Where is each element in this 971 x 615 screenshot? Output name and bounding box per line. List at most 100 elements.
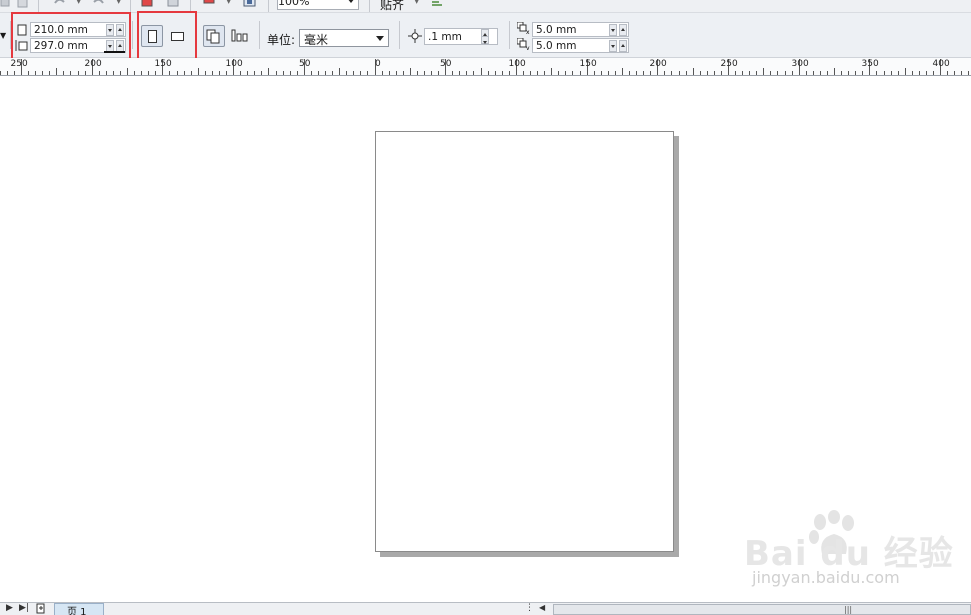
- ruler-tick: [134, 71, 135, 75]
- copy-icon[interactable]: [0, 0, 13, 9]
- ruler-tick: [297, 71, 298, 75]
- ruler-label: 350: [861, 59, 879, 69]
- ruler-tick: [99, 71, 100, 75]
- previous-page-icon[interactable]: ▶: [6, 603, 13, 613]
- ruler-tick: [332, 71, 333, 75]
- last-page-icon[interactable]: ▶|: [19, 603, 29, 613]
- toolbar-separator: [369, 0, 370, 12]
- publish-pdf-icon[interactable]: [203, 0, 216, 9]
- horizontal-scrollbar[interactable]: |||: [553, 604, 971, 615]
- ruler-tick: [926, 71, 927, 75]
- redo-icon[interactable]: [92, 0, 105, 9]
- nudge-distance-field[interactable]: .1 mm: [424, 28, 498, 45]
- watermark-url: jingyan.baidu.com: [752, 568, 900, 587]
- ruler-tick: [389, 71, 390, 75]
- import-icon[interactable]: [141, 0, 154, 9]
- scrollbar-grip-icon[interactable]: |||: [844, 605, 852, 614]
- current-page-button[interactable]: [230, 25, 250, 47]
- ruler-tick: [756, 71, 757, 75]
- duplicate-y-value: 5.0 mm: [536, 40, 577, 52]
- tab-scroll-grip-icon[interactable]: ⋮: [525, 603, 534, 613]
- document-page[interactable]: [375, 131, 674, 552]
- page-size-dropdown-arrow-icon[interactable]: ▼: [0, 31, 6, 40]
- ruler-tick: [509, 71, 510, 75]
- ruler-label: 50: [299, 59, 311, 69]
- ruler-tick: [148, 71, 149, 75]
- unit-value: 毫米: [304, 33, 329, 47]
- redo-dropdown-icon[interactable]: ▼: [116, 0, 121, 5]
- duplicate-x-dropdown-icon[interactable]: [609, 24, 617, 36]
- duplicate-x-spin-up-icon[interactable]: [619, 24, 627, 36]
- ruler-tick: [473, 71, 474, 75]
- application-launcher-icon[interactable]: [243, 0, 256, 9]
- ruler-tick: [254, 71, 255, 75]
- ruler-tick: [572, 71, 573, 75]
- ruler-tick: [777, 71, 778, 75]
- ruler-tick: [410, 68, 411, 75]
- ruler-tick: [127, 68, 128, 75]
- ruler-tick: [855, 71, 856, 75]
- current-page-icon: [231, 29, 248, 42]
- ruler-tick: [226, 71, 227, 75]
- ruler-tick: [35, 71, 36, 75]
- ruler-tick: [530, 71, 531, 75]
- property-bar: ▼ 210.0 mm 297.0 mm 单位: 毫米 .1 mm x 5.0 m…: [0, 11, 971, 65]
- toolbar-separator: [259, 21, 260, 49]
- ruler-tick: [891, 71, 892, 75]
- nudge-spin-down-icon[interactable]: [481, 36, 489, 44]
- scroll-left-icon[interactable]: ◀: [539, 603, 545, 612]
- ruler-tick: [141, 71, 142, 75]
- ruler-tick: [876, 71, 877, 75]
- ruler-tick: [113, 71, 114, 75]
- undo-icon[interactable]: [52, 0, 65, 9]
- ruler-tick: [247, 71, 248, 75]
- page-tab[interactable]: 页 1: [54, 603, 104, 615]
- ruler-tick: [813, 71, 814, 75]
- ruler-tick: [968, 71, 969, 75]
- duplicate-y-spin-up-icon[interactable]: [619, 40, 627, 52]
- ruler-tick: [155, 71, 156, 75]
- toolbar-separator: [399, 21, 400, 49]
- unit-dropdown[interactable]: 毫米: [299, 29, 389, 47]
- ruler-tick: [693, 68, 694, 75]
- highlight-box-orientation: [137, 11, 197, 61]
- horizontal-ruler[interactable]: 250 200 150 100 50 0 50 100 150 200 250 300 350 400: [0, 58, 971, 76]
- ruler-label: 150: [154, 59, 172, 69]
- ruler-tick: [686, 71, 687, 75]
- ruler-tick: [884, 71, 885, 75]
- undo-dropdown-icon[interactable]: ▼: [76, 0, 81, 5]
- ruler-tick: [749, 71, 750, 75]
- ruler-tick: [424, 71, 425, 75]
- all-pages-icon: [206, 29, 220, 44]
- ruler-tick: [650, 71, 651, 75]
- duplicate-x-field[interactable]: 5.0 mm: [532, 22, 629, 37]
- ruler-tick: [169, 71, 170, 75]
- paste-icon[interactable]: [16, 0, 29, 9]
- chevron-down-icon: [347, 0, 355, 3]
- ruler-tick: [14, 71, 15, 75]
- ruler-label: 200: [649, 59, 667, 69]
- duplicate-y-dropdown-icon[interactable]: [609, 40, 617, 52]
- all-pages-button[interactable]: [203, 25, 225, 47]
- nudge-distance-value: .1 mm: [428, 31, 462, 43]
- ruler-tick: [325, 71, 326, 75]
- add-page-icon[interactable]: [36, 603, 46, 615]
- snap-dropdown-icon[interactable]: ▼: [414, 0, 419, 5]
- ruler-tick: [551, 68, 552, 75]
- ruler-tick: [848, 71, 849, 75]
- ruler-tick: [523, 71, 524, 75]
- svg-text:y: y: [526, 45, 530, 50]
- options-icon[interactable]: [430, 0, 443, 9]
- ruler-tick: [495, 71, 496, 75]
- ruler-tick: [70, 71, 71, 75]
- ruler-tick: [360, 71, 361, 75]
- zoom-level-dropdown[interactable]: 100%: [277, 0, 359, 10]
- publish-dropdown-icon[interactable]: ▼: [226, 0, 231, 5]
- snap-to-dropdown[interactable]: 贴齐: [380, 0, 404, 12]
- ruler-tick: [219, 71, 220, 75]
- ruler-tick: [827, 71, 828, 75]
- duplicate-y-field[interactable]: 5.0 mm: [532, 38, 629, 53]
- unit-label: 单位:: [267, 33, 296, 47]
- ruler-tick: [49, 71, 50, 75]
- export-icon[interactable]: [167, 0, 180, 9]
